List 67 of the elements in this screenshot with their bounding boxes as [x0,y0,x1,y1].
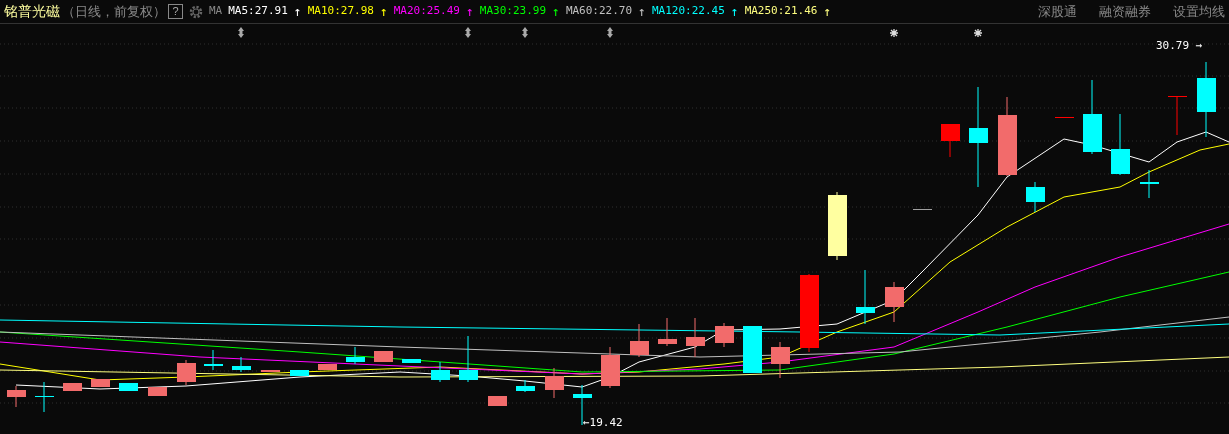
candlestick [63,382,82,392]
candlestick [402,358,421,364]
candlestick [204,349,223,371]
candlestick [545,367,564,399]
asterisk-icon[interactable] [973,28,983,38]
candlestick [1026,181,1045,213]
candlestick [658,317,677,347]
candlestick [1168,95,1187,136]
candlestick [148,386,167,397]
candlestick [91,378,110,388]
low-price-label: ←19.42 [583,416,623,429]
trend-arrow: ↑ [823,2,832,21]
candlestick [261,369,280,373]
candlestick [7,385,26,408]
candlestick [686,317,705,358]
trend-arrow: ↑ [293,2,302,21]
moving-average-value: MA120:22.45 [651,3,725,20]
candlestick [630,323,649,358]
candlestick [743,325,762,374]
menu-link[interactable]: 融资融券 [1099,1,1151,22]
candlestick [1111,113,1130,176]
event-marker-icon[interactable] [238,27,244,38]
candlestick [856,269,875,325]
menu-link[interactable]: 深股通 [1038,1,1077,22]
menu-link[interactable]: 设置均线 [1173,1,1225,22]
candlestick [374,350,393,363]
candlestick [459,335,478,383]
candlestick [431,361,450,383]
candlestick [771,341,790,379]
settings-icon[interactable] [189,4,203,19]
candlestick [941,123,960,158]
trend-arrow: ↑ [638,2,646,21]
moving-average-value: MA20:25.49 [393,3,460,20]
event-marker-icon[interactable] [607,27,613,38]
event-marker-icon[interactable] [522,27,528,38]
candlestick [232,356,251,373]
trend-arrow: ↑ [466,2,474,21]
candlestick [516,379,535,393]
candlestick [177,359,196,386]
candlestick [715,322,734,348]
trend-arrow: ↑ [379,2,388,21]
trend-arrow: ↑ [730,2,739,21]
candlestick [119,382,138,392]
moving-average-value: MA5:27.91 [228,3,288,20]
candlestick [828,191,847,261]
ma-label: MA [209,3,223,20]
asterisk-icon[interactable] [889,28,899,38]
event-marker-icon[interactable] [465,27,471,38]
candlestick [346,346,365,365]
stock-title: 铭普光磁 [4,2,60,21]
candlestick [913,208,932,211]
candlestick [1055,116,1074,119]
moving-average-value: MA250:21.46 [744,3,818,20]
candlestick [488,395,507,407]
candlestick [885,281,904,323]
candlestick [601,346,620,389]
trend-arrow: ↑ [552,2,560,21]
candlestick [318,363,337,371]
candlestick [35,381,54,413]
high-price-label: 30.79 → [1156,39,1203,52]
candlestick [1140,169,1159,199]
chart-period: （日线，前复权） [62,2,166,21]
moving-average-value: MA30:23.99 [479,3,547,20]
moving-average-value: MA10:27.98 [307,3,374,20]
candlestick [290,369,309,377]
moving-average-value: MA60:22.70 [565,3,633,20]
help-button[interactable]: ? [168,4,183,19]
